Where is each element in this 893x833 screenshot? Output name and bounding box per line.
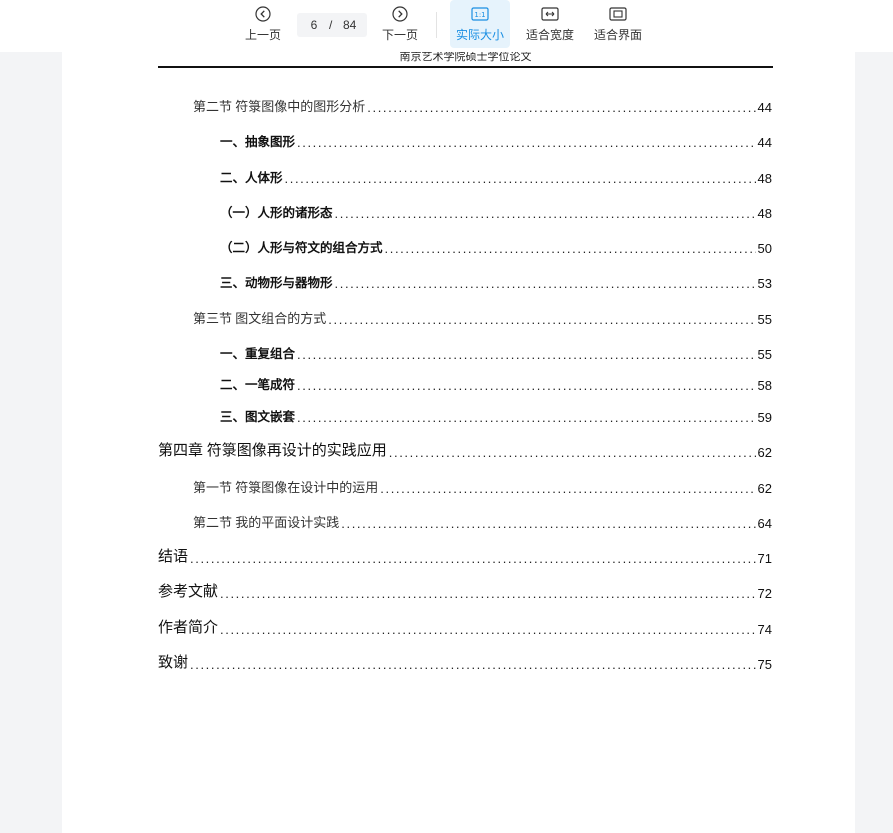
toc-entry-page: 58 — [757, 378, 772, 393]
toc-entry-title: 三、图文嵌套 — [220, 410, 296, 424]
toc-entry-title: 第一节 符箓图像在设计中的运用 — [193, 480, 379, 495]
toc-entry-title: 第二节 我的平面设计实践 — [193, 515, 340, 530]
toc-entry-page: 44 — [757, 135, 772, 150]
fit-page-icon — [609, 5, 627, 23]
toc-entry-title: 一、抽象图形 — [220, 135, 296, 149]
running-header: 南京艺术学院硕士学位论文 — [399, 51, 532, 63]
fit-width-button[interactable]: 适合宽度 — [522, 0, 578, 48]
toc-entry-title: 作者简介 — [158, 620, 219, 636]
toolbar-divider — [436, 12, 437, 38]
toc-entry: 参考文献....................................… — [158, 583, 772, 601]
actual-size-icon: 1:1 — [471, 5, 489, 23]
toc-entry-title: （二）人形与符文的组合方式 — [220, 241, 383, 255]
toc-leader-dots: ........................................… — [284, 171, 756, 186]
toc-leader-dots: ........................................… — [388, 445, 756, 460]
toc-entry: （二）人形与符文的组合方式...........................… — [220, 238, 772, 256]
toc-leader-dots: ........................................… — [380, 481, 756, 496]
toc-entry: 致谢......................................… — [158, 654, 772, 672]
toc-entry-page: 59 — [757, 410, 772, 425]
toc-leader-dots: ........................................… — [384, 241, 756, 256]
current-page-input[interactable]: 6 — [309, 18, 319, 32]
toc-entry-title: （一）人形的诸形态 — [220, 206, 333, 220]
toc-entry-page: 48 — [757, 171, 772, 186]
toc-leader-dots: ........................................… — [297, 347, 756, 362]
toc-leader-dots: ........................................… — [190, 551, 756, 566]
toc-leader-dots: ........................................… — [297, 378, 756, 393]
toc-entry-page: 55 — [757, 347, 772, 362]
toc-entry-page: 71 — [757, 551, 772, 566]
toc-leader-dots: ........................................… — [190, 657, 756, 672]
toc-entry: 第三节 图文组合的方式.............................… — [193, 309, 772, 327]
toc-entry: 三、动物形与器物形...............................… — [220, 273, 772, 291]
toc-leader-dots: ........................................… — [297, 135, 756, 150]
chevron-left-circle-icon — [254, 5, 272, 23]
fit-page-label: 适合界面 — [593, 28, 642, 42]
toc-entry-page: 62 — [757, 481, 772, 496]
toc-entry-page: 74 — [757, 622, 772, 637]
toc-entry: 第四章 符箓图像再设计的实践应用........................… — [158, 442, 772, 460]
toc-leader-dots: ........................................… — [220, 622, 756, 637]
toc-leader-dots: ........................................… — [341, 516, 756, 531]
toc-entry: 第一节 符箓图像在设计中的运用.........................… — [193, 478, 772, 496]
toolbar: 上一页 6 / 84 下一页 1:1 实际大小 适合宽度 适合界面 — [0, 0, 893, 52]
toc-leader-dots: ........................................… — [220, 586, 756, 601]
toc-entry-title: 三、动物形与器物形 — [220, 276, 333, 290]
toc-entry-page: 62 — [757, 445, 772, 460]
toc-entry: 第二节 我的平面设计实践............................… — [193, 513, 772, 531]
actual-size-button[interactable]: 1:1 实际大小 — [450, 0, 510, 48]
toc-entry: 一、抽象图形..................................… — [220, 132, 772, 150]
toc-entry: 第二节 符箓图像中的图形分析..........................… — [193, 97, 772, 115]
toc-entry-title: 结语 — [158, 549, 189, 565]
toc-entry: 二、人体形...................................… — [220, 168, 772, 186]
header-rule — [158, 66, 773, 68]
toc-entry-page: 55 — [757, 312, 772, 327]
toc-entry-page: 53 — [757, 276, 772, 291]
fit-width-label: 适合宽度 — [525, 28, 574, 42]
actual-size-label: 实际大小 — [455, 28, 504, 42]
prev-page-label: 上一页 — [244, 28, 281, 42]
toc-leader-dots: ........................................… — [334, 276, 756, 291]
toc-entry-title: 致谢 — [158, 655, 189, 671]
toc-entry-page: 72 — [757, 586, 772, 601]
toc-entry: 二、一笔成符..................................… — [220, 375, 772, 393]
toc-leader-dots: ........................................… — [367, 100, 756, 115]
toc-entry-title: 参考文献 — [158, 584, 219, 600]
toc-entry-page: 64 — [757, 516, 772, 531]
toc-entry: 作者简介....................................… — [158, 619, 772, 637]
toc-leader-dots: ........................................… — [297, 410, 756, 425]
total-pages: 84 — [343, 18, 357, 32]
toc-entry-title: 第四章 符箓图像再设计的实践应用 — [158, 443, 387, 459]
toc-entry: 一、重复组合..................................… — [220, 344, 772, 362]
page-number-field[interactable]: 6 / 84 — [297, 13, 367, 37]
next-page-button[interactable]: 下一页 — [380, 0, 420, 48]
fit-width-icon — [541, 5, 559, 23]
toc-entry-title: 二、人体形 — [220, 171, 283, 185]
page-separator: / — [329, 18, 333, 32]
toc-entry-page: 50 — [757, 241, 772, 256]
toc-entry-title: 二、一笔成符 — [220, 378, 296, 392]
actual-size-icon-text: 1:1 — [474, 11, 485, 19]
toc-entry: 三、图文嵌套..................................… — [220, 407, 772, 425]
next-page-label: 下一页 — [381, 28, 418, 42]
chevron-right-circle-icon — [391, 5, 409, 23]
toc-entry: 结语......................................… — [158, 548, 772, 566]
toc-leader-dots: ........................................… — [334, 206, 756, 221]
toc-entry-page: 48 — [757, 206, 772, 221]
document-viewer: 南京艺术学院硕士学位论文 第二节 符箓图像中的图形分析.............… — [0, 0, 893, 833]
toc-leader-dots: ........................................… — [328, 312, 756, 327]
prev-page-button[interactable]: 上一页 — [243, 0, 283, 48]
toc-entry: （一）人形的诸形态...............................… — [220, 203, 772, 221]
toc-entry-page: 75 — [757, 657, 772, 672]
toc-entry-title: 第二节 符箓图像中的图形分析 — [193, 99, 366, 114]
toc-entry-title: 第三节 图文组合的方式 — [193, 311, 327, 326]
toc-entry-page: 44 — [757, 100, 772, 115]
toc-entry-title: 一、重复组合 — [220, 347, 296, 361]
fit-page-button[interactable]: 适合界面 — [590, 0, 646, 48]
